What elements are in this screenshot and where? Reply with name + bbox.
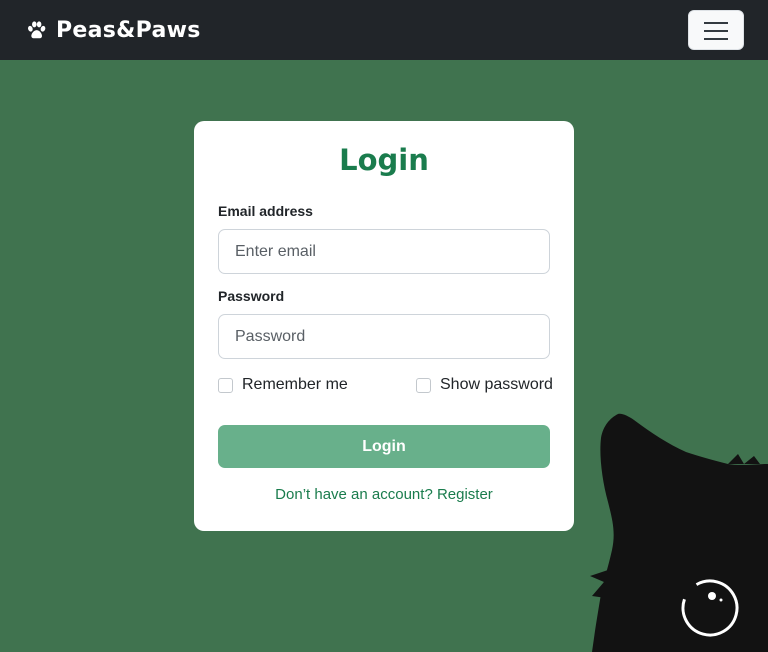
remember-me-box[interactable] [218,377,233,393]
brand-name: Peas&Paws [56,17,201,43]
login-card: Login Email address Password Remember me… [194,121,574,531]
black-cat-silhouette [590,413,768,652]
show-password-checkbox[interactable]: Show password [416,376,553,394]
login-title: Login [339,143,429,177]
brand-link[interactable]: Peas&Paws [26,14,201,46]
email-label: Email address [218,203,313,219]
remember-me-label: Remember me [242,376,348,393]
login-button[interactable]: Login [218,425,550,468]
email-field[interactable] [218,229,550,274]
password-label: Password [218,288,285,304]
remember-me-checkbox[interactable]: Remember me [218,376,348,394]
hamburger-menu-icon [704,22,728,40]
password-field[interactable] [218,314,550,359]
show-password-box[interactable] [416,377,431,393]
show-password-label: Show password [440,376,553,393]
top-navbar: Peas&Paws [0,0,768,60]
paw-icon [28,20,46,38]
register-link[interactable]: Don’t have an account? Register [194,486,574,503]
navbar-toggle-button[interactable] [688,10,744,50]
